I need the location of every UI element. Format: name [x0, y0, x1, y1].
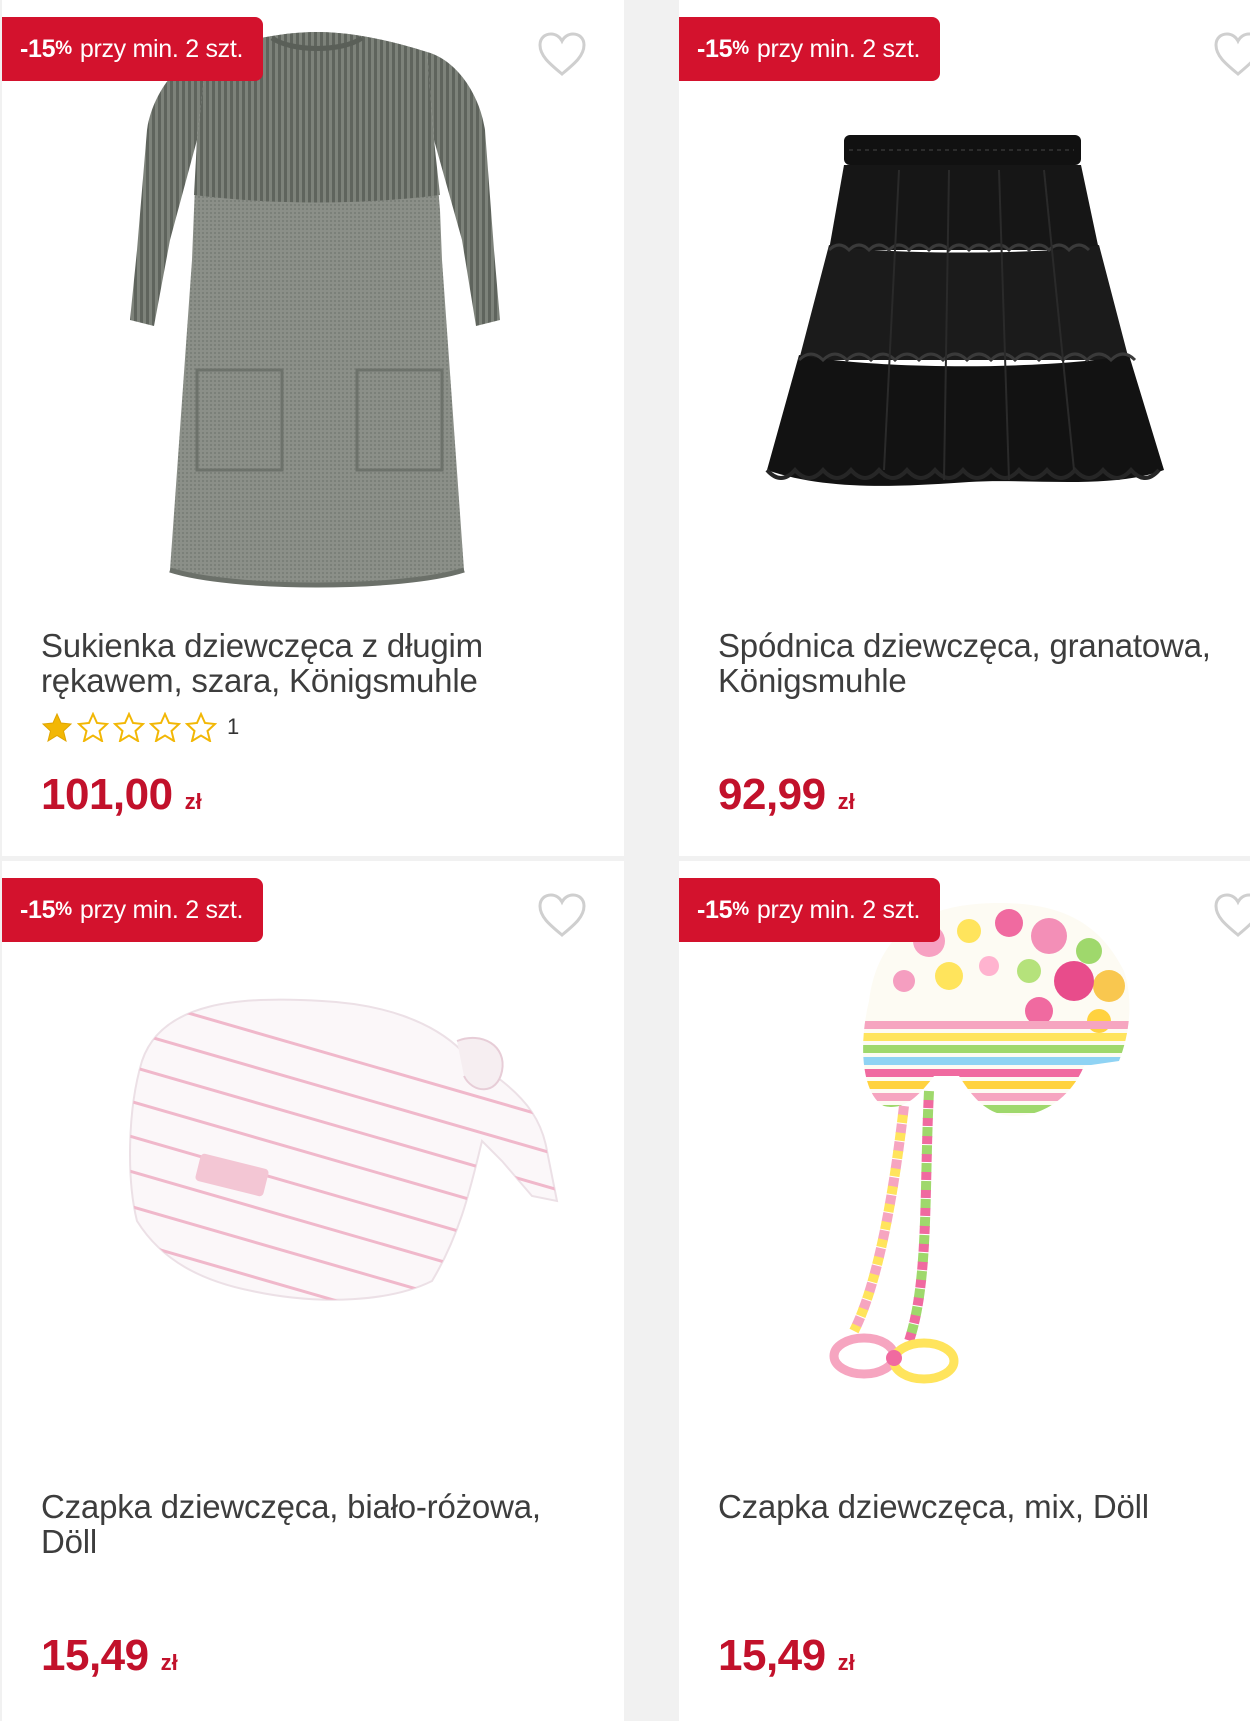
product-price: 15,49 zł — [41, 1631, 178, 1681]
product-title[interactable]: Czapka dziewczęca, mix, Döll — [718, 1489, 1248, 1524]
promo-percent: -15 — [20, 34, 56, 63]
product-title[interactable]: Czapka dziewczęca, biało-różowa, Döll — [41, 1489, 571, 1559]
product-grid: -15% przy min. 2 szt. Sukienka dziewczęc… — [0, 0, 1250, 1721]
price-currency: zł — [184, 789, 202, 814]
star-empty-icon — [77, 712, 109, 742]
price-currency: zł — [837, 1650, 855, 1675]
promo-percent: -15 — [697, 895, 733, 924]
product-rating: 1 — [41, 712, 239, 742]
heart-outline-icon[interactable] — [1212, 30, 1250, 78]
promo-badge: -15% przy min. 2 szt. — [679, 878, 941, 942]
heart-outline-icon[interactable] — [536, 891, 588, 939]
promo-percent: -15 — [20, 895, 56, 924]
promo-badge: -15% przy min. 2 szt. — [2, 17, 264, 81]
product-card[interactable]: -15% przy min. 2 szt. — [679, 861, 1250, 1721]
heart-outline-icon[interactable] — [536, 30, 588, 78]
price-currency: zł — [160, 1650, 178, 1675]
product-image-grey-knit-dress[interactable] — [2, 0, 624, 600]
heart-outline-icon[interactable] — [1212, 891, 1250, 939]
promo-percent-sign: % — [732, 899, 749, 920]
product-card[interactable]: -15% przy min. 2 szt. Spódnica dziewczęca… — [679, 0, 1250, 856]
promo-text: przy min. 2 szt. — [79, 895, 244, 924]
star-empty-icon — [149, 712, 181, 742]
product-title[interactable]: Sukienka dziewczęca z długim rękawem, sz… — [41, 628, 571, 698]
price-currency: zł — [837, 789, 855, 814]
promo-percent: -15 — [697, 34, 733, 63]
product-price: 15,49 zł — [718, 1631, 855, 1681]
promo-percent-sign: % — [55, 38, 72, 59]
promo-badge: -15% przy min. 2 szt. — [2, 878, 264, 942]
product-image-multicolor-dotted-tie-hat[interactable] — [679, 861, 1250, 1461]
product-title[interactable]: Spódnica dziewczęca, granatowa, Königsmu… — [718, 628, 1248, 698]
product-card[interactable]: -15% przy min. 2 szt. — [2, 0, 624, 856]
promo-percent-sign: % — [55, 899, 72, 920]
product-image-black-tulle-skirt[interactable] — [679, 0, 1250, 600]
promo-badge: -15% przy min. 2 szt. — [679, 17, 941, 81]
star-filled-icon — [41, 712, 73, 742]
price-value: 92,99 — [718, 770, 826, 819]
rating-count: 1 — [227, 714, 240, 739]
price-value: 101,00 — [41, 770, 173, 819]
price-value: 15,49 — [41, 1631, 149, 1680]
product-price: 92,99 zł — [718, 770, 855, 820]
star-empty-icon — [113, 712, 145, 742]
product-price: 101,00 zł — [41, 770, 202, 820]
price-value: 15,49 — [718, 1631, 826, 1680]
promo-text: przy min. 2 szt. — [756, 34, 921, 63]
promo-text: przy min. 2 szt. — [79, 34, 244, 63]
product-card[interactable]: -15% przy min. 2 szt. — [2, 861, 624, 1721]
product-image-white-pink-striped-beanie[interactable] — [2, 861, 624, 1461]
promo-text: przy min. 2 szt. — [756, 895, 921, 924]
star-empty-icon — [185, 712, 217, 742]
promo-percent-sign: % — [732, 38, 749, 59]
